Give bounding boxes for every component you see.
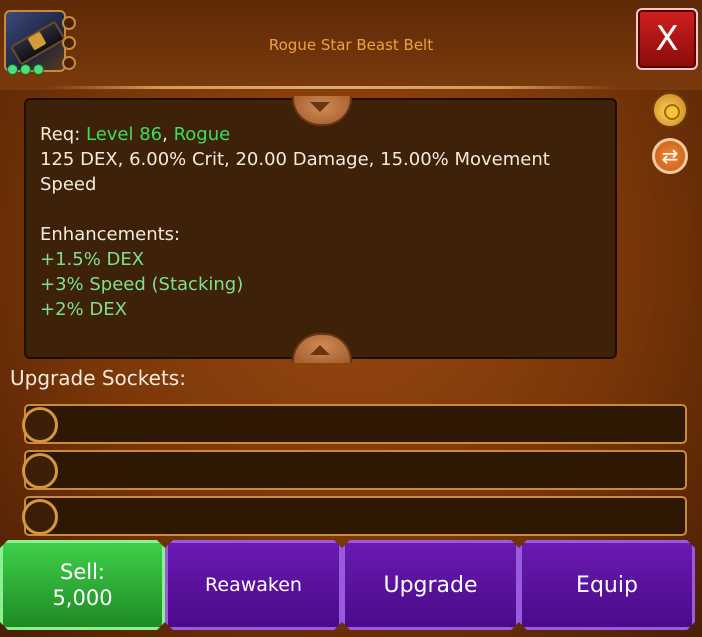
req-prefix: Req: <box>40 124 86 145</box>
enhancements-title: Enhancements: <box>40 224 181 245</box>
socket-circle-icon <box>22 407 58 443</box>
rune-slot-circle <box>62 16 76 30</box>
enhancement-item: +3% Speed (Stacking) <box>40 274 244 295</box>
socket-row[interactable] <box>22 404 687 444</box>
sell-label: Sell: <box>60 560 105 584</box>
gem-slot-dot <box>7 64 18 75</box>
upgrade-sockets-label: Upgrade Sockets: <box>10 366 186 390</box>
header-divider <box>46 86 616 89</box>
description-text: Req: Level 86, Rogue 125 DEX, 6.00% Crit… <box>40 122 600 322</box>
sell-button[interactable]: Sell: 5,000 <box>0 540 165 630</box>
gem-slot-dot <box>20 64 31 75</box>
item-description-panel[interactable]: Req: Level 86, Rogue 125 DEX, 6.00% Crit… <box>24 98 617 359</box>
money-bag-icon[interactable] <box>652 92 688 128</box>
enhancement-item: +2% DEX <box>40 299 127 320</box>
sell-price: 5,000 <box>52 586 113 610</box>
upgrade-button[interactable]: Upgrade <box>342 540 519 630</box>
swap-icon[interactable]: ⇄ <box>652 138 688 174</box>
reawaken-button[interactable]: Reawaken <box>165 540 342 630</box>
enhancement-item: +1.5% DEX <box>40 249 145 270</box>
req-class: Rogue <box>173 124 231 145</box>
close-button[interactable]: X <box>636 8 698 70</box>
socket-circle-icon <box>22 453 58 489</box>
socket-row[interactable] <box>22 496 687 536</box>
stats-line: 125 DEX, 6.00% Crit, 20.00 Damage, 15.00… <box>40 149 550 195</box>
socket-circle-icon <box>22 499 58 535</box>
equip-button[interactable]: Equip <box>519 540 695 630</box>
req-level: Level 86 <box>85 124 163 145</box>
item-title: Rogue Star Beast Belt <box>268 36 434 54</box>
socket-row[interactable] <box>22 450 687 490</box>
gem-slot-dot <box>33 64 44 75</box>
rune-slot-circle <box>62 56 76 70</box>
triangle-up-icon <box>310 345 330 355</box>
triangle-down-icon <box>310 102 330 112</box>
req-separator: , <box>162 124 174 145</box>
